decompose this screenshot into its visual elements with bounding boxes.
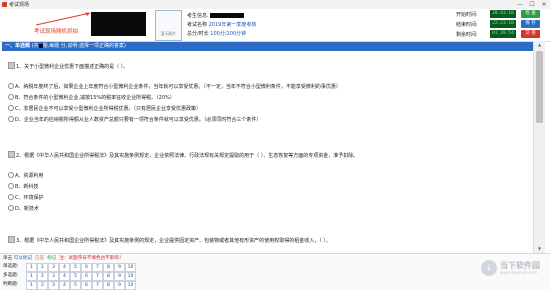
question-nav-cell[interactable]: 9 bbox=[114, 263, 125, 272]
flag-icon[interactable] bbox=[8, 62, 15, 69]
end-time-label: 结束时间: bbox=[456, 22, 478, 28]
legend: 单击 可以标记 已答 标记 注：试题序号不填色也不影响！ bbox=[3, 255, 124, 261]
section-desc-pre: (共 bbox=[31, 43, 39, 49]
camera-snapshot bbox=[91, 12, 146, 36]
close-window-button[interactable]: ✕ bbox=[538, 0, 550, 9]
radio-icon[interactable] bbox=[8, 116, 14, 122]
question-nav-cell[interactable]: 9 bbox=[114, 272, 125, 281]
section-desc-post: 题,每题 分,说明:选择一项正确的答案) bbox=[42, 43, 126, 49]
score-value: 100分/100分钟 bbox=[210, 31, 247, 37]
candidate-label: 考生信息: bbox=[187, 13, 209, 19]
no-photo-label: 暂无照片 bbox=[160, 31, 177, 36]
vertical-scrollbar[interactable]: ▲ ▼ bbox=[533, 41, 545, 253]
save-button[interactable]: 保 存 bbox=[521, 20, 540, 28]
exam-header: 考试现场随机抓拍 暂无照片 考生信息: 考试名称 2019年第一季度考核 总分/… bbox=[0, 9, 550, 42]
scroll-up-icon[interactable]: ▲ bbox=[534, 41, 545, 49]
question-text: 3、根据《中华人民共和国企业所得税法》及其实施条例的规定，企业提供固定资产、包装… bbox=[8, 236, 331, 244]
flag-icon[interactable] bbox=[8, 151, 15, 158]
question-nav-cell[interactable]: 6 bbox=[81, 272, 92, 281]
maximize-button[interactable]: ☐ bbox=[526, 0, 538, 9]
question-nav-cell[interactable]: 7 bbox=[92, 263, 103, 272]
question-nav-cell[interactable]: 10 bbox=[125, 263, 136, 272]
option-c[interactable]: C、非居民企业不可以享受小型微利企业所得税优惠。（只有居民企业享受优惠政策） bbox=[8, 105, 201, 112]
question-nav-cell[interactable]: 2 bbox=[37, 263, 48, 272]
exam-name-label: 考试名称 bbox=[187, 22, 208, 28]
legend-answered: 已答 bbox=[34, 256, 45, 261]
question-nav-cell[interactable]: 1 bbox=[26, 263, 37, 272]
exam-name-row: 考试名称 2019年第一季度考核 bbox=[187, 21, 256, 28]
question-nav-cell[interactable]: 10 bbox=[125, 272, 136, 281]
question-nav-cell[interactable]: 5 bbox=[70, 263, 81, 272]
minimize-button[interactable]: — bbox=[514, 0, 526, 9]
scroll-thumb[interactable] bbox=[536, 51, 543, 123]
site-watermark: ↓ 当下软件园 www.downxia.com bbox=[481, 258, 545, 282]
legend-note: 注：试题序号不填色也不影响！ bbox=[59, 256, 124, 261]
app-icon bbox=[2, 2, 7, 7]
radio-icon[interactable] bbox=[8, 105, 14, 111]
score-label: 总分/时长 bbox=[187, 31, 209, 37]
question-nav-cell[interactable]: 8 bbox=[103, 272, 114, 281]
section-header: 一、单选题 (共 题,每题 分,说明:选择一项正确的答案) bbox=[2, 42, 533, 51]
start-time-clock: 20:43:10 bbox=[490, 10, 516, 18]
answer-sheet: 单击 可以标记 已答 标记 注：试题序号不填色也不影响！ 单选题: 1 2 3 4 5 6 7… bbox=[0, 253, 550, 290]
radio-icon[interactable] bbox=[8, 183, 14, 189]
candidate-info-row: 考生信息: bbox=[187, 12, 244, 19]
check-button[interactable]: 检 查 bbox=[521, 10, 540, 18]
question-nav-cell[interactable]: 1 bbox=[26, 272, 37, 281]
question-nav-cell[interactable]: 4 bbox=[59, 263, 70, 272]
radio-icon[interactable] bbox=[8, 194, 14, 200]
answer-row-label: 多选题: bbox=[3, 273, 19, 278]
answer-row-label: 单选题: bbox=[3, 264, 19, 269]
question-nav-cell[interactable]: 3 bbox=[48, 263, 59, 272]
legend-flagged: 标记 bbox=[47, 256, 57, 261]
question-nav-cell[interactable]: 7 bbox=[92, 272, 103, 281]
option-d[interactable]: D、企业当年的应纳税所得额从业人数资产总额只要有一项符合条件就可以享受优惠。（必… bbox=[8, 116, 261, 123]
legend-current: 可以标记 bbox=[13, 256, 33, 261]
remaining-time-label: 剩余时间: bbox=[456, 32, 478, 38]
option-d[interactable]: D、新技术 bbox=[8, 205, 39, 212]
annotation-arrow-icon bbox=[35, 12, 91, 26]
option-b[interactable]: B、新科技 bbox=[8, 183, 38, 190]
snapshot-note: 考试现场随机抓拍 bbox=[34, 29, 79, 35]
question-nav-cell[interactable]: 3 bbox=[48, 272, 59, 281]
start-time-label: 开始时间: bbox=[456, 12, 478, 18]
download-icon: ↓ bbox=[481, 260, 497, 276]
exam-name-value: 2019年第一季度考核 bbox=[208, 22, 257, 28]
legend-prefix: 单击 bbox=[3, 256, 13, 261]
window-title: 考试现场 bbox=[9, 2, 30, 8]
watermark-url: www.downxia.com bbox=[500, 270, 538, 275]
section-title: 一、单选题 bbox=[5, 43, 31, 49]
submit-button[interactable]: 交 卷 bbox=[521, 30, 540, 38]
radio-icon[interactable] bbox=[8, 205, 14, 211]
remaining-time-clock: 01:39:54 bbox=[490, 30, 516, 38]
option-c[interactable]: C、环境保护 bbox=[8, 194, 44, 201]
question-nav-cell[interactable]: 2 bbox=[37, 272, 48, 281]
option-a[interactable]: A、资源利用 bbox=[8, 172, 43, 179]
option-b[interactable]: B、符合条件的小型微利企业,减按15%的税率征收企业所得税。（20%） bbox=[8, 94, 175, 101]
end-time-clock: 22:23:10 bbox=[490, 20, 516, 28]
radio-icon[interactable] bbox=[8, 83, 14, 89]
score-duration-row: 总分/时长 100分/100分钟 bbox=[187, 30, 246, 37]
radio-icon[interactable] bbox=[8, 94, 14, 100]
radio-icon[interactable] bbox=[8, 172, 14, 178]
question-text: 2、根据《中华人民共和国企业所得税法》及其实施条例规定，企业依照法律、行政法规有… bbox=[8, 151, 358, 159]
option-a[interactable]: A、纳税年度终了后，如果企业上年度符合小型微利企业条件，当年就可以享受优惠。（不… bbox=[8, 83, 341, 90]
candidate-name-redacted bbox=[209, 13, 244, 18]
candidate-photo: 暂无照片 bbox=[155, 10, 182, 41]
question-nav-cell[interactable]: 5 bbox=[70, 272, 81, 281]
question-nav-cell[interactable]: 4 bbox=[59, 272, 70, 281]
question-nav-cell[interactable]: 8 bbox=[103, 263, 114, 272]
question-nav-cell[interactable]: 6 bbox=[81, 263, 92, 272]
question-area: 1、关于小型微利企业优惠下面描述正确的是（ ）。 A、纳税年度终了后，如果企业上… bbox=[0, 52, 533, 250]
scroll-down-icon[interactable]: ▼ bbox=[534, 245, 545, 253]
question-text: 1、关于小型微利企业优惠下面描述正确的是（ ）。 bbox=[8, 62, 128, 70]
answer-row-label: 判断题: bbox=[3, 282, 19, 287]
flag-icon[interactable] bbox=[8, 236, 15, 243]
